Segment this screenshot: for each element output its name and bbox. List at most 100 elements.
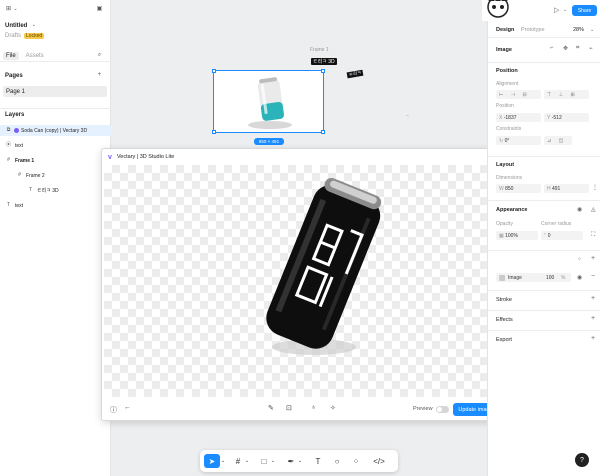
3d-viewport[interactable]	[104, 165, 500, 397]
canvas-text-tag[interactable]: ㅌ리ㅋ 3D	[311, 58, 337, 65]
soda-can-3d	[266, 177, 382, 355]
preview-toggle[interactable]	[436, 406, 449, 413]
figma-menu-icon[interactable]: ⊞	[5, 6, 12, 13]
page-item[interactable]: Page 1	[3, 86, 107, 97]
resize-options-icon[interactable]: ⋮	[592, 184, 598, 191]
animation-icon[interactable]: ✧	[330, 404, 336, 412]
link-icon[interactable]: ⌁	[589, 45, 593, 52]
comment-tool-icon[interactable]: ○	[330, 454, 344, 468]
pen-tool-icon[interactable]: ✒	[285, 454, 297, 468]
effects-header: Effects	[496, 317, 513, 323]
panel-tabs: Design Prototype 28% ⌄	[488, 22, 600, 38]
layer-item[interactable]: ⧉ Soda Can (copy) | Vectary 3D	[0, 125, 111, 136]
resize-handle[interactable]	[212, 69, 216, 73]
resize-handle[interactable]	[212, 130, 216, 134]
frame-label[interactable]: Frame 1	[310, 47, 329, 53]
page-item-label: Page 1	[6, 88, 26, 95]
transform-icon[interactable]: ⊡	[286, 404, 292, 412]
add-fill-icon[interactable]: +	[591, 255, 595, 262]
dev-mode-icon[interactable]: </>	[370, 454, 388, 468]
avatar[interactable]	[482, 0, 514, 21]
resize-handle[interactable]	[321, 130, 325, 134]
chevron-down-icon[interactable]: ⌄	[12, 6, 19, 13]
add-stroke-icon[interactable]: +	[591, 295, 595, 302]
chevron-down-icon[interactable]: ⌄	[220, 454, 226, 468]
layer-label: ㅌ리ㅋ 3D	[37, 188, 59, 194]
chevron-down-icon[interactable]: ⌄	[590, 27, 594, 33]
layer-item[interactable]: # Frame 2	[0, 170, 111, 181]
eye-icon[interactable]: ◉	[577, 206, 582, 213]
search-icon[interactable]: ⌕	[96, 52, 103, 59]
pen-tool-icon[interactable]: ✎	[268, 404, 274, 412]
section-title: Image	[496, 47, 512, 53]
frame-tool-icon[interactable]: #	[232, 454, 244, 468]
file-location[interactable]: Drafts	[5, 33, 21, 39]
sidebar-toggle-icon[interactable]: ▣	[96, 6, 103, 13]
crop-icon[interactable]: ⌗	[576, 45, 579, 52]
component-icon[interactable]: ⌐	[550, 45, 554, 51]
tab-file[interactable]: File	[3, 51, 19, 60]
chevron-down-icon[interactable]: ⌄	[563, 7, 567, 13]
add-page-icon[interactable]: +	[96, 72, 103, 79]
eye-icon[interactable]: ◉	[577, 274, 582, 281]
move-tool-icon[interactable]: ➤	[204, 454, 220, 468]
height-field[interactable]: H 491	[544, 184, 589, 193]
add-export-icon[interactable]: +	[591, 335, 595, 342]
text-tool-icon[interactable]: T	[312, 454, 324, 468]
width-field[interactable]: W 850	[496, 184, 541, 193]
corner-radius-field[interactable]: ⌜ 0	[541, 231, 583, 240]
layer-item[interactable]: # Frame 1	[0, 155, 111, 166]
top-bar: ⊞ ⌄ ▣	[0, 4, 111, 15]
back-arrow-icon[interactable]: ←	[124, 404, 131, 411]
y-position-field[interactable]: Y -512	[544, 113, 589, 122]
tab-prototype[interactable]: Prototype	[521, 27, 545, 33]
file-location-row: Drafts Locked	[0, 30, 111, 41]
file-title[interactable]: Untitled	[5, 23, 27, 29]
rotation-field[interactable]: ↻ 0°	[496, 136, 541, 145]
canvas-text-tag[interactable]: ㅌ리ㅋ	[346, 69, 364, 79]
info-icon[interactable]: ⓘ	[110, 405, 117, 415]
chevron-down-icon[interactable]: ⌄	[297, 454, 303, 468]
opacity-field[interactable]: ▦ 100%	[496, 231, 538, 240]
layer-label: Soda Can (copy) | Vectary 3D	[21, 127, 88, 134]
text-icon: T	[28, 187, 33, 193]
resize-handle[interactable]	[321, 69, 325, 73]
x-position-field[interactable]: X -1837	[496, 113, 541, 122]
corner-radius-label: Corner radius	[541, 221, 572, 227]
remove-fill-icon[interactable]: −	[591, 273, 595, 280]
vectary-icon	[14, 128, 19, 133]
layers-title: Layers	[5, 111, 25, 118]
light-icon[interactable]: ♁	[311, 404, 316, 411]
layer-item[interactable]: T ㅌ리ㅋ 3D	[0, 185, 111, 196]
help-button[interactable]: ?	[575, 453, 589, 467]
horizontal-align-group[interactable]: ⊢ ⊣ ⊟	[496, 90, 541, 99]
fill-row[interactable]: Image 100 %	[496, 273, 571, 282]
add-effect-icon[interactable]: +	[591, 315, 595, 322]
layout-section: Layout Dimensions W 850 H 491 ⋮	[488, 156, 600, 198]
vertical-align-group[interactable]: ⊤ ⊥ ⊞	[544, 90, 589, 99]
tab-assets[interactable]: Assets	[26, 53, 44, 59]
layer-label: text	[15, 142, 24, 149]
chevron-down-icon[interactable]: ⌄	[30, 22, 37, 29]
move-icon[interactable]: ✥	[563, 45, 568, 52]
flip-group[interactable]: ⊿ ◫	[544, 136, 572, 145]
tab-design[interactable]: Design	[496, 27, 514, 33]
shape-tool-icon[interactable]: □	[258, 454, 270, 468]
layer-item[interactable]: T text	[0, 200, 111, 211]
corners-icon[interactable]: ⛶	[591, 232, 595, 239]
image-layer-icon: ⦿	[5, 142, 11, 148]
bottom-toolbar: ➤ ⌄ # ⌄ □ ⌄ ✒ ⌄ T ○ ⁘ </>	[200, 450, 398, 472]
modal-header: v Vectary | 3D Studio Lite ×	[102, 149, 500, 165]
chevron-down-icon[interactable]: ⌄	[270, 454, 276, 468]
pages-title: Pages	[5, 72, 23, 79]
selected-image-frame[interactable]	[212, 69, 325, 134]
zoom-level[interactable]: 28%	[573, 27, 584, 33]
chevron-down-icon[interactable]: ⌄	[244, 454, 250, 468]
layer-item[interactable]: ⦿ text	[0, 140, 111, 151]
position-section: Position Alignment ⊢ ⊣ ⊟ ⊤ ⊥ ⊞ Position …	[488, 62, 600, 154]
drop-icon[interactable]: ◬	[591, 206, 596, 213]
share-button[interactable]: Share	[572, 5, 597, 16]
play-icon[interactable]: ▷	[554, 6, 559, 14]
fill-styles-icon[interactable]: ⁘	[577, 256, 582, 263]
actions-tool-icon[interactable]: ⁘	[349, 454, 363, 468]
